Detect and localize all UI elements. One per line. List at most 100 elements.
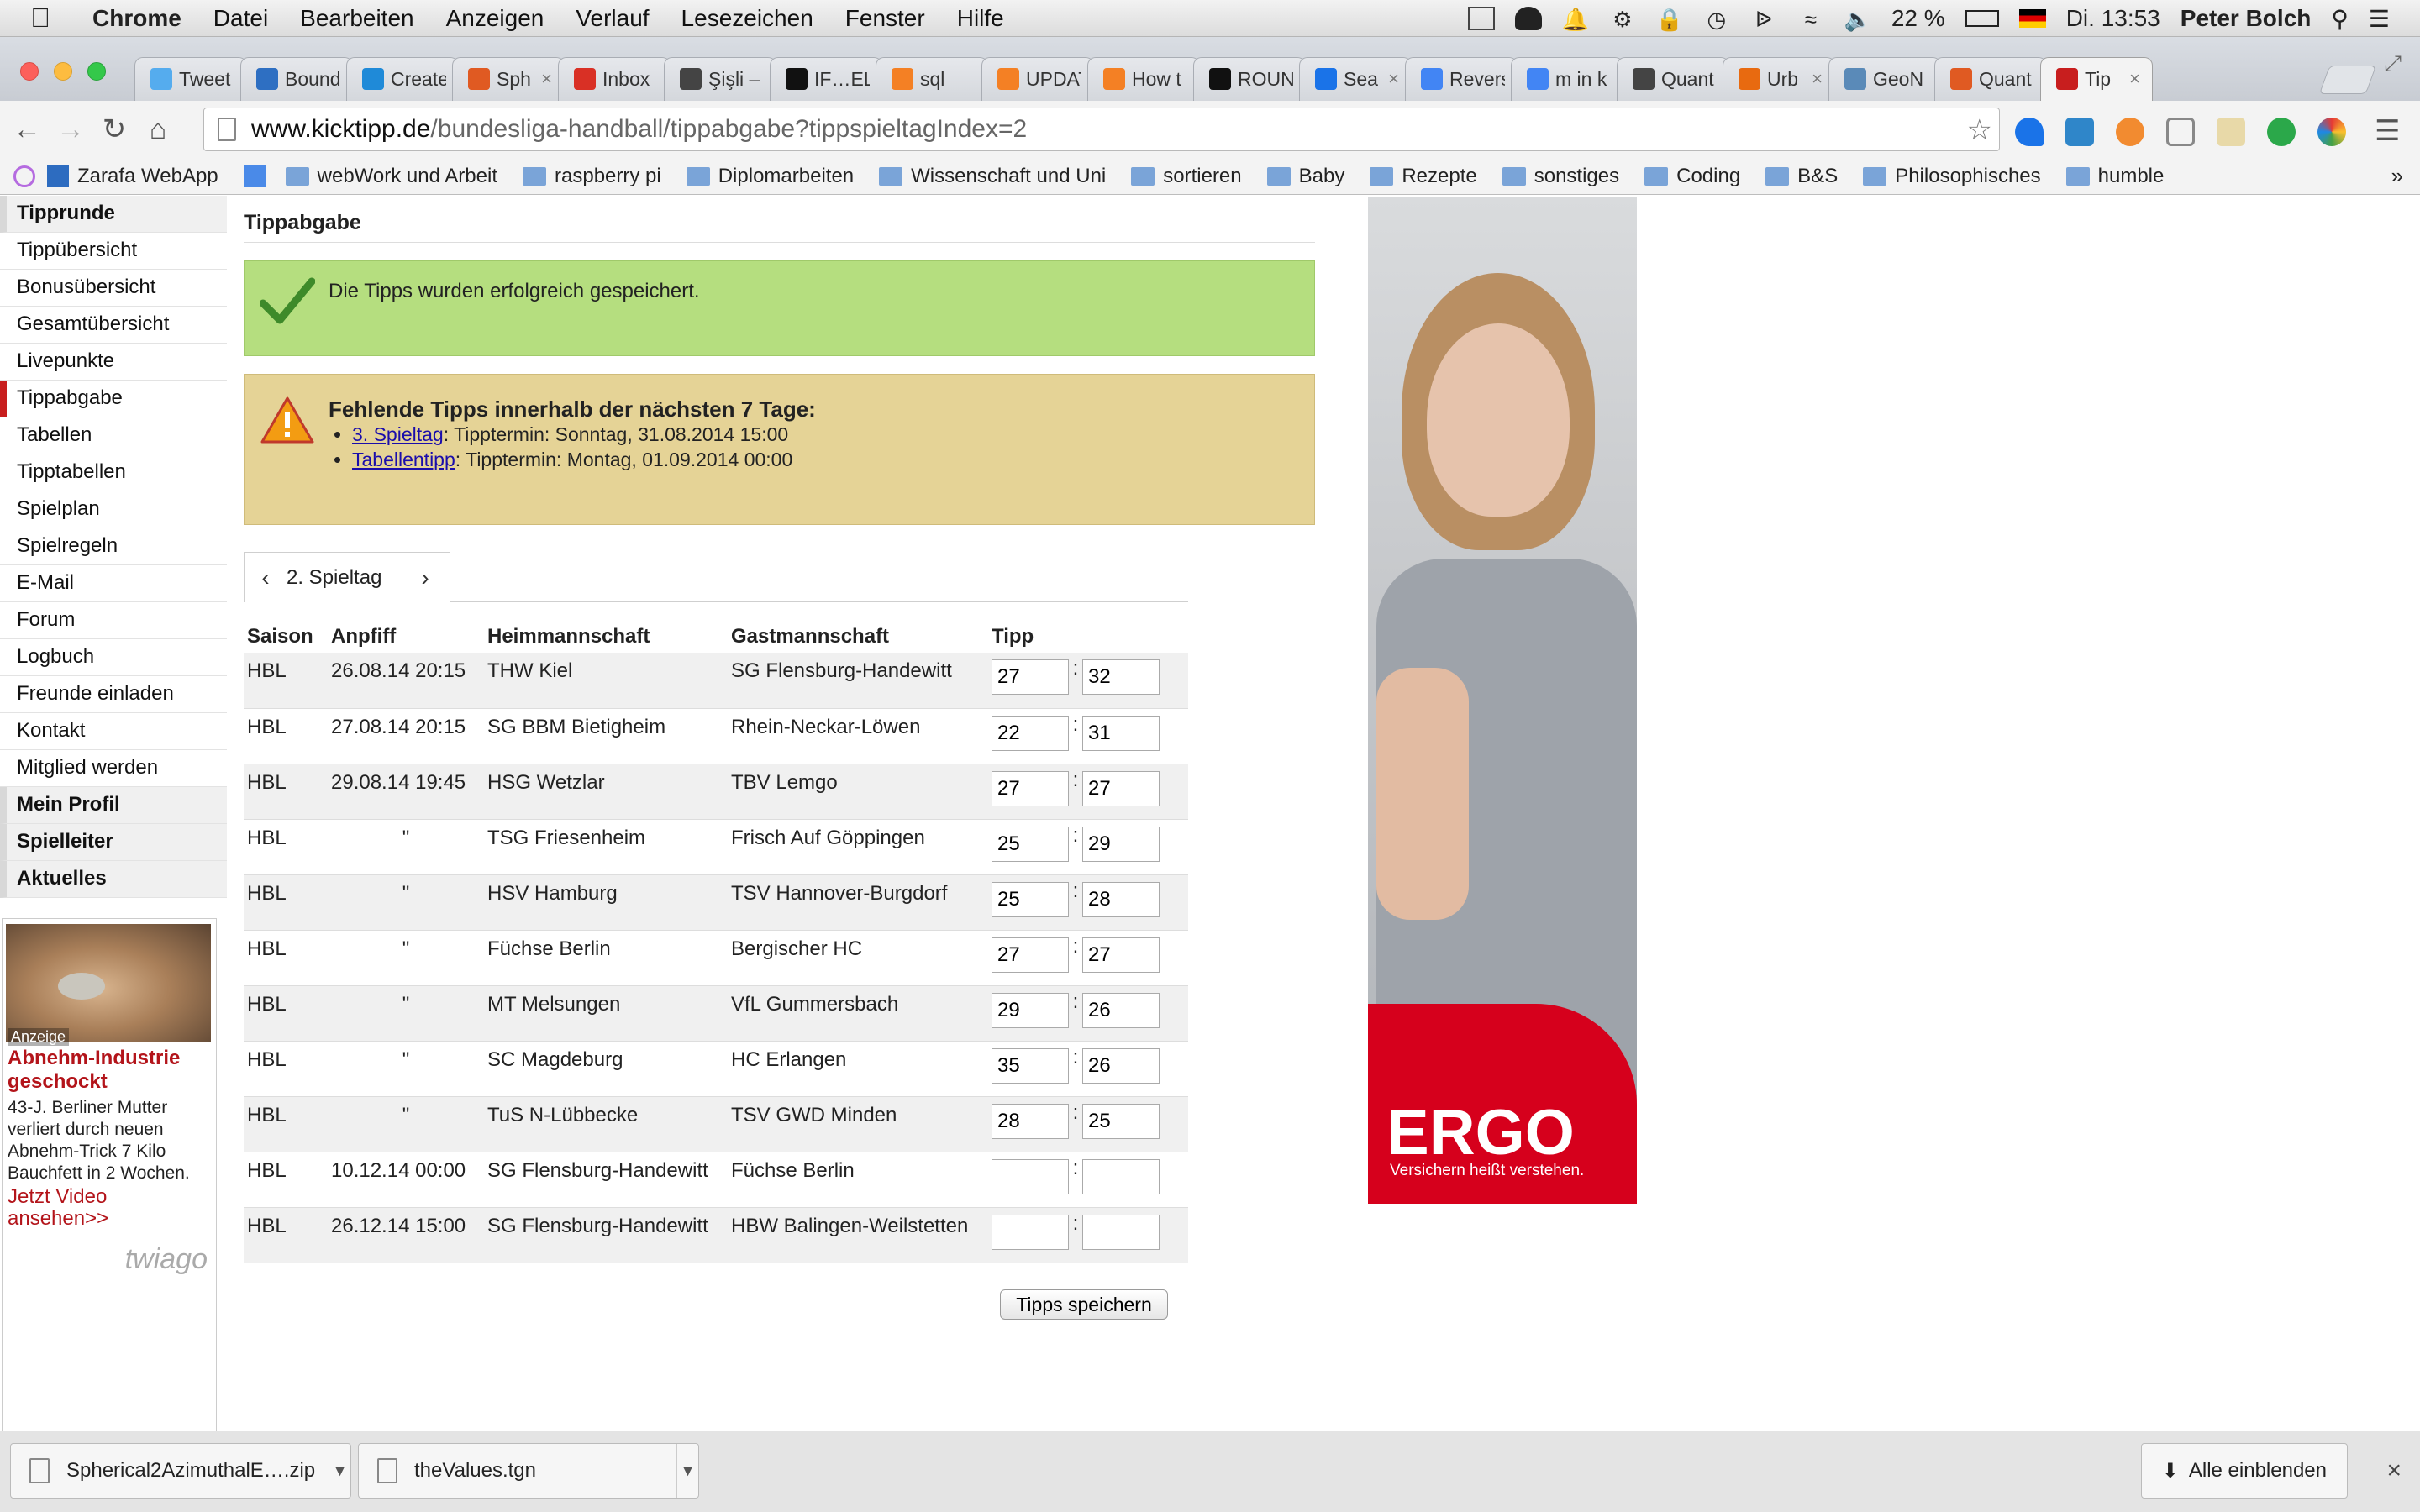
download-menu-chevron-down-icon[interactable]: ▼: [329, 1444, 350, 1498]
home-score-input[interactable]: [992, 1214, 1069, 1250]
cast-icon[interactable]: [2166, 118, 2195, 146]
bluetooth-icon[interactable]: ᐉ: [1750, 7, 1777, 32]
home-score-input[interactable]: [992, 881, 1069, 917]
home-score-input[interactable]: [992, 1158, 1069, 1194]
notification-center-icon[interactable]: ☰: [2369, 5, 2390, 33]
home-score-input[interactable]: [992, 992, 1069, 1028]
browser-tab[interactable]: Create: [346, 57, 459, 101]
extension-jb-icon[interactable]: [2217, 118, 2245, 146]
home-score-input[interactable]: [992, 770, 1069, 806]
zoom-window-button[interactable]: [87, 62, 106, 81]
tab-close-icon[interactable]: ×: [541, 68, 552, 90]
away-score-input[interactable]: [1082, 1214, 1160, 1250]
browser-tab[interactable]: UPDAT: [981, 57, 1094, 101]
bookmark-folder[interactable]: sortieren: [1131, 165, 1242, 188]
home-button[interactable]: ⌂: [141, 113, 175, 146]
bookmark-folder[interactable]: Philosophisches: [1863, 165, 2041, 188]
menu-verlauf[interactable]: Verlauf: [576, 5, 649, 32]
sidebar-item[interactable]: Livepunkte: [0, 344, 227, 381]
bookmark-folder[interactable]: webWork und Arbeit: [285, 165, 497, 188]
browser-tab[interactable]: Şişli –: [664, 57, 776, 101]
browser-tab[interactable]: Tweet: [134, 57, 247, 101]
browser-tab[interactable]: m in k: [1511, 57, 1623, 101]
bookmark-folder[interactable]: Rezepte: [1370, 165, 1477, 188]
browser-tab[interactable]: How t: [1087, 57, 1200, 101]
bookmark-swirl-icon[interactable]: [13, 165, 35, 187]
close-window-button[interactable]: [20, 62, 39, 81]
extension-box-icon[interactable]: [2065, 118, 2094, 146]
home-score-input[interactable]: [992, 937, 1069, 973]
menu-datei[interactable]: Datei: [213, 5, 268, 32]
sidebar-item[interactable]: Kontakt: [0, 713, 227, 750]
gear-status-icon[interactable]: ⚙: [1609, 7, 1636, 32]
browser-tab[interactable]: Tip ×: [2040, 57, 2153, 101]
browser-tab[interactable]: sql: [876, 57, 988, 101]
browser-tab[interactable]: Quant: [1934, 57, 2047, 101]
away-score-input[interactable]: [1082, 770, 1160, 806]
hat-status-icon[interactable]: [1514, 7, 1542, 30]
sidebar-item[interactable]: Bonusübersicht: [0, 270, 227, 307]
battery-icon[interactable]: [1965, 10, 1999, 27]
spotlight-search-icon[interactable]: ⚲: [2331, 5, 2349, 33]
forward-button[interactable]: →: [54, 113, 87, 146]
new-tab-button[interactable]: [2318, 66, 2377, 94]
sidebar-item[interactable]: E-Mail: [0, 565, 227, 602]
extension-d-icon[interactable]: [2267, 118, 2296, 146]
away-score-input[interactable]: [1082, 1103, 1160, 1139]
menu-anzeigen[interactable]: Anzeigen: [446, 5, 544, 32]
menu-bearbeiten[interactable]: Bearbeiten: [300, 5, 413, 32]
bookmark-star-icon[interactable]: ☆: [1967, 113, 1992, 147]
browser-tab[interactable]: Inbox: [558, 57, 671, 101]
download-item[interactable]: theValues.tgn ▼: [358, 1443, 699, 1499]
home-score-input[interactable]: [992, 715, 1069, 751]
away-score-input[interactable]: [1082, 1047, 1160, 1084]
sidebar-item[interactable]: Tippübersicht: [0, 233, 227, 270]
clock[interactable]: Di. 13:53: [2066, 5, 2160, 32]
away-score-input[interactable]: [1082, 826, 1160, 862]
browser-tab[interactable]: Quant: [1617, 57, 1729, 101]
fullscreen-icon[interactable]: ⤢: [2384, 50, 2402, 77]
link-3-spieltag[interactable]: 3. Spieltag: [352, 423, 444, 445]
tab-close-icon[interactable]: ×: [2129, 68, 2140, 90]
minimize-window-button[interactable]: [54, 62, 72, 81]
sidebar-item[interactable]: Tipptabellen: [0, 454, 227, 491]
show-all-downloads-button[interactable]: ⬇ Alle einblenden: [2140, 1443, 2348, 1499]
sidebar-item[interactable]: Tabellen: [0, 417, 227, 454]
bookmark-folder[interactable]: Baby: [1266, 165, 1344, 188]
apple-menu-icon[interactable]: : [30, 3, 64, 34]
bookmark-folder[interactable]: humble: [2065, 165, 2164, 188]
sidebar-item[interactable]: Aktuelles: [0, 861, 227, 898]
address-bar[interactable]: www.kicktipp.de/bundesliga-handball/tipp…: [203, 108, 2000, 151]
browser-tab[interactable]: IF…EL: [770, 57, 882, 101]
sidebar-item[interactable]: Forum: [0, 602, 227, 639]
sidebar-item[interactable]: Mitglied werden: [0, 750, 227, 787]
volume-icon[interactable]: 🔈: [1844, 7, 1871, 32]
away-score-input[interactable]: [1082, 881, 1160, 917]
bookmark-folder[interactable]: B&S: [1765, 165, 1838, 188]
save-tips-button[interactable]: Tipps speichern: [1000, 1289, 1168, 1320]
menu-fenster[interactable]: Fenster: [845, 5, 925, 32]
sidebar-item[interactable]: Mein Profil: [0, 787, 227, 824]
close-download-shelf-icon[interactable]: ×: [2386, 1457, 2402, 1485]
sidebar-advertisement[interactable]: Anzeige Abnehm-Industrie geschockt 43-J.…: [2, 918, 217, 1464]
translate-icon[interactable]: [243, 165, 266, 187]
extension-heart-icon[interactable]: [2015, 118, 2044, 146]
home-score-input[interactable]: [992, 826, 1069, 862]
menu-hilfe[interactable]: Hilfe: [957, 5, 1004, 32]
sidebar-item[interactable]: Spielregeln: [0, 528, 227, 565]
away-score-input[interactable]: [1082, 659, 1160, 695]
sidebar-item[interactable]: Gesamtübersicht: [0, 307, 227, 344]
download-item[interactable]: Spherical2AzimuthalE….zip ▼: [10, 1443, 351, 1499]
lock-icon[interactable]: 🔒: [1656, 7, 1683, 32]
browser-tab[interactable]: Revers: [1405, 57, 1518, 101]
wifi-icon[interactable]: ≈: [1797, 7, 1824, 32]
home-score-input[interactable]: [992, 1047, 1069, 1084]
bookmark-folder[interactable]: Wissenschaft und Uni: [879, 165, 1106, 188]
away-score-input[interactable]: [1082, 937, 1160, 973]
ad-cta-link[interactable]: Jetzt Video ansehen>>: [8, 1186, 209, 1230]
sidebar-item[interactable]: Tipprunde: [0, 196, 227, 233]
flag-de-icon[interactable]: [2018, 9, 2046, 28]
back-button[interactable]: ←: [10, 113, 44, 146]
sidebar-item[interactable]: Tippabgabe: [0, 381, 227, 417]
home-score-input[interactable]: [992, 1103, 1069, 1139]
